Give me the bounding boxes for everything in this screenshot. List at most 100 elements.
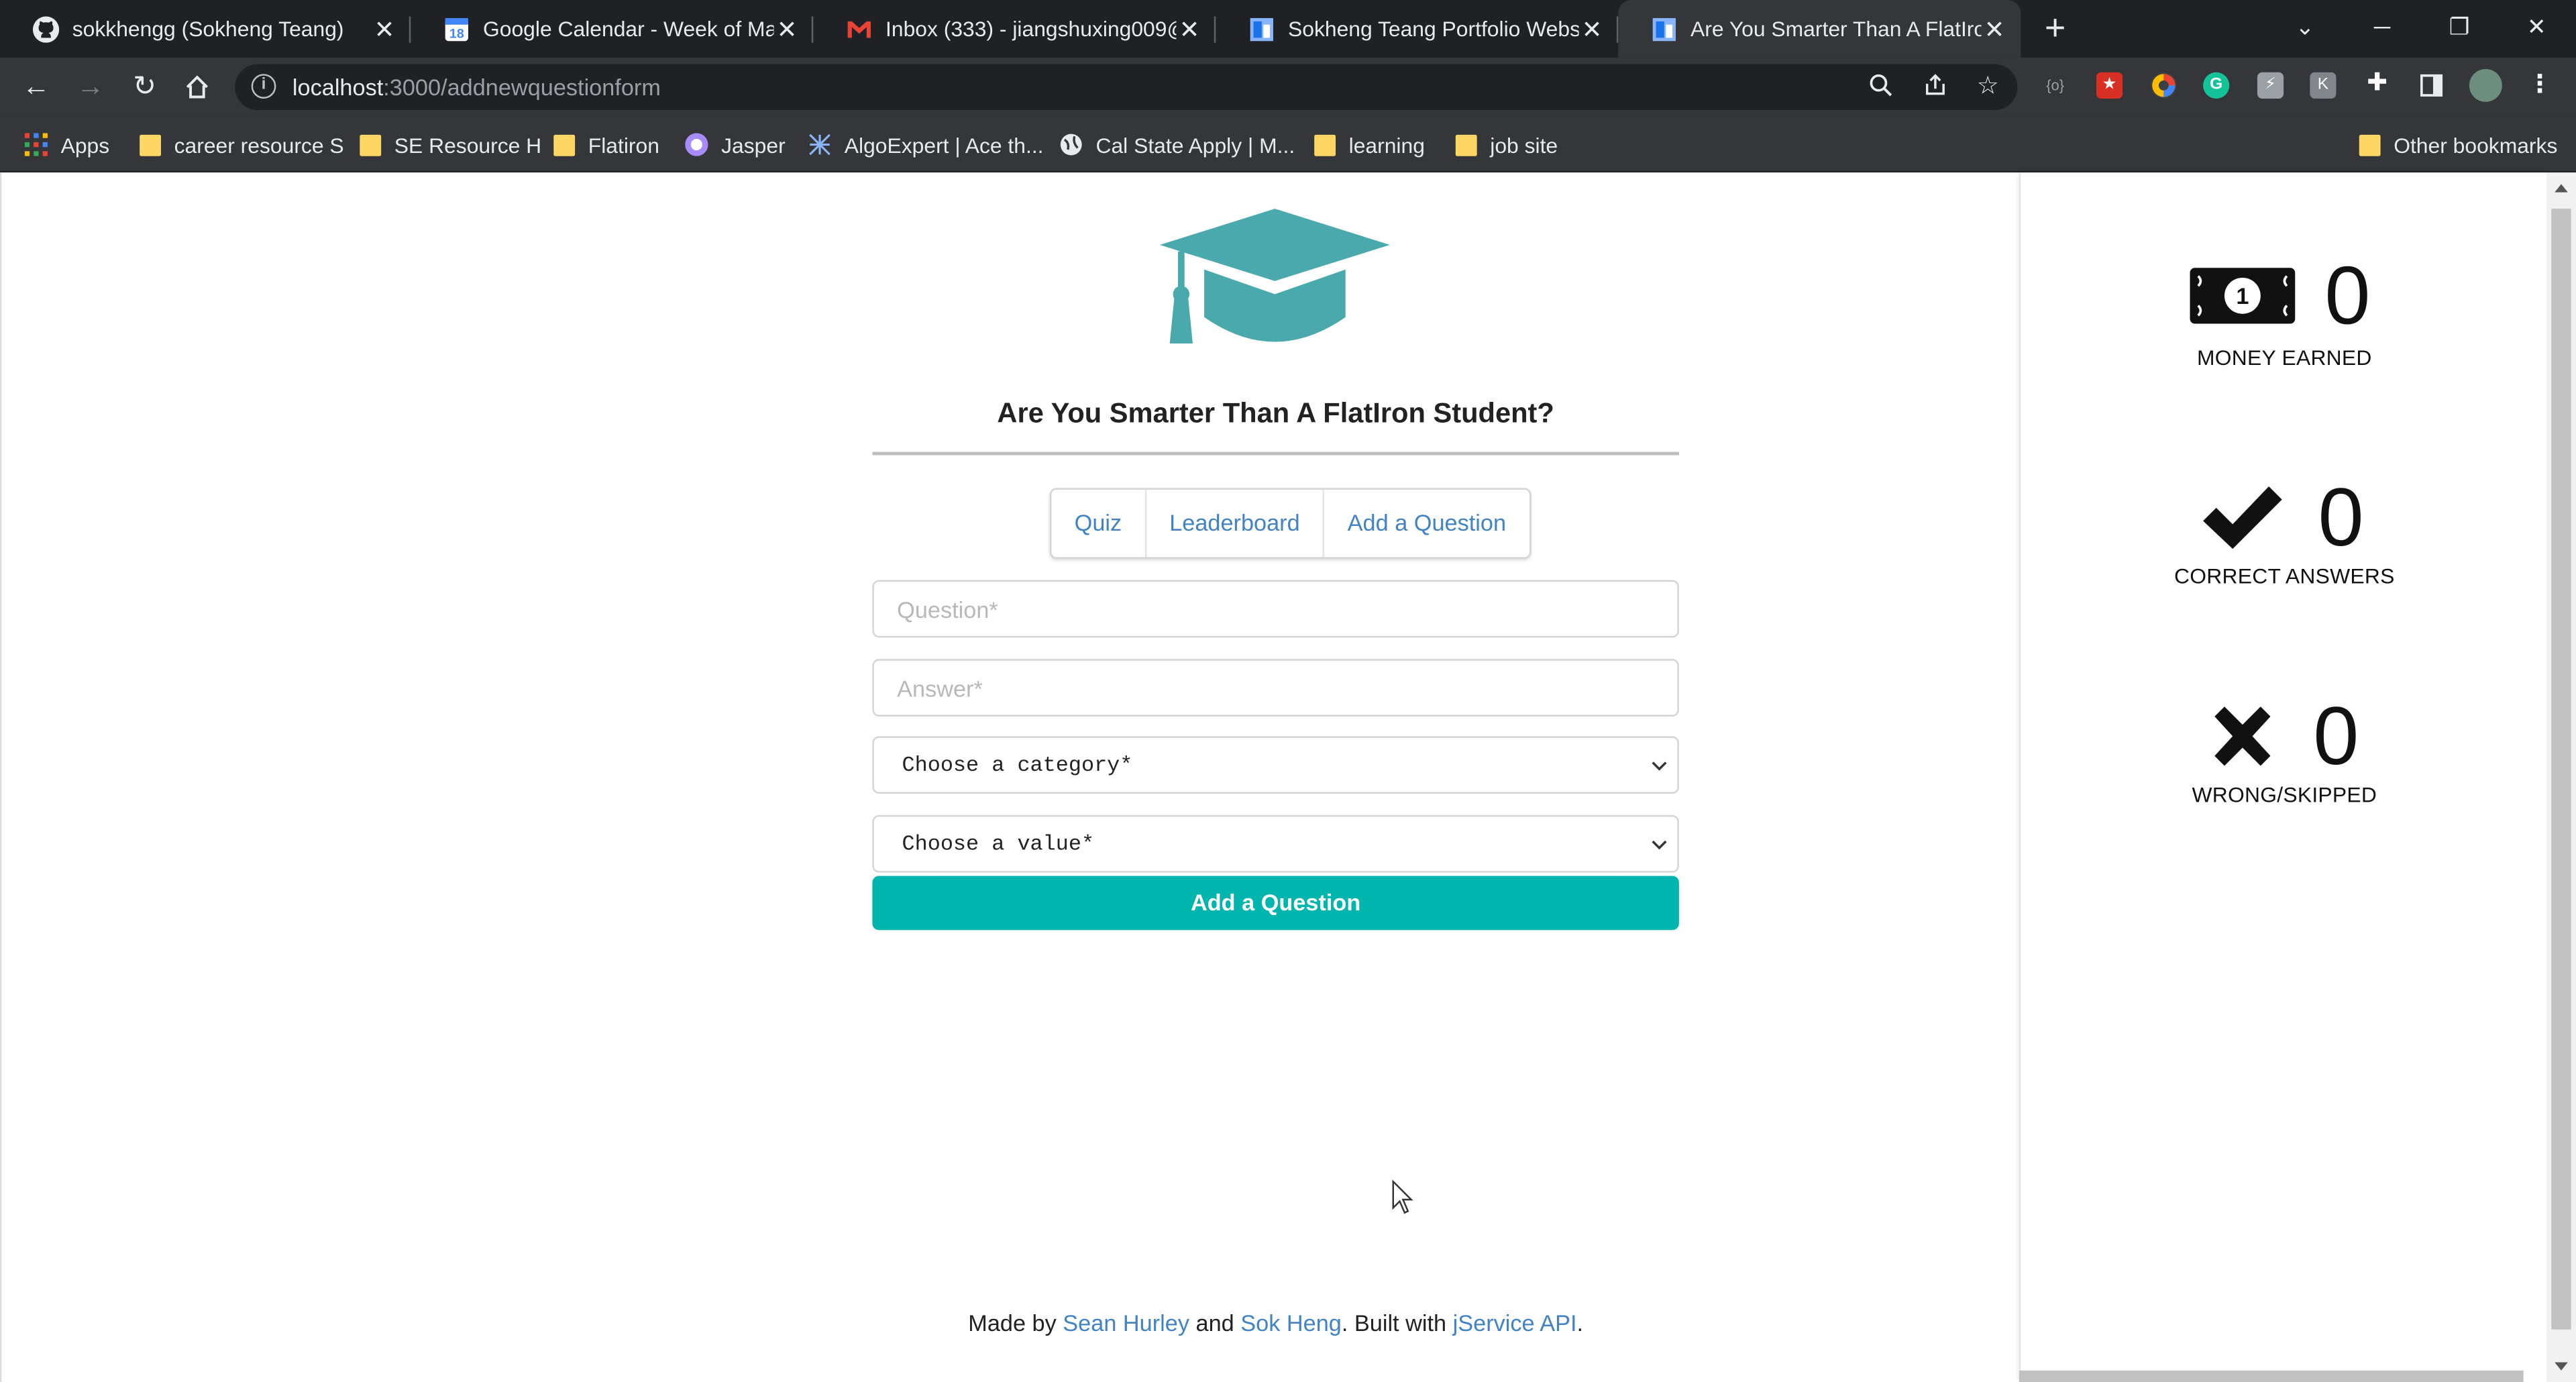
jasper-icon (685, 133, 708, 156)
money-earned-label: MONEY EARNED (2197, 345, 2372, 370)
close-tab-icon[interactable]: ✕ (1578, 14, 1605, 44)
bookmark-job-site[interactable]: job site (1455, 128, 1558, 161)
tab-title: Google Calendar - Week of May (483, 16, 774, 42)
github-icon (32, 15, 60, 42)
footer-text: . (1576, 1310, 1584, 1336)
answer-field (872, 659, 1679, 716)
extension-brackets-icon[interactable]: {o} (2042, 72, 2068, 99)
nav-leaderboard[interactable]: Leaderboard (1146, 489, 1325, 557)
checkmark-icon (2203, 486, 2282, 549)
tab-title: Inbox (333) - jiangshuxing009@g (885, 16, 1177, 42)
tab-search-chevron-icon[interactable]: ⌄ (2267, 0, 2343, 58)
folder-icon (140, 134, 162, 156)
answer-input[interactable] (873, 660, 1678, 715)
close-tab-icon[interactable]: ✕ (1176, 14, 1202, 44)
restore-icon[interactable]: ❐ (2422, 0, 2498, 58)
bookmark-label: job site (1490, 132, 1558, 157)
category-select-value: Choose a category* (902, 752, 1133, 778)
bookmark-se-resource[interactable]: SE Resource H (360, 128, 541, 161)
add-question-button[interactable]: Add a Question (872, 875, 1679, 931)
other-bookmarks[interactable]: Other bookmarks (2359, 128, 2558, 161)
bookmark-algoexpert[interactable]: AlgoExpert | Ace th... (808, 128, 1044, 161)
footer-text: Made by (968, 1310, 1063, 1336)
question-input[interactable] (873, 582, 1678, 636)
horizontal-scrollbar-thumb[interactable] (2019, 1370, 2524, 1382)
scrollbar-thumb[interactable] (2551, 209, 2571, 1330)
footer-text: and (1189, 1310, 1241, 1336)
extension-gray-icon[interactable]: ⚡ (2257, 72, 2284, 99)
graduation-cap-icon (1159, 209, 1390, 343)
minimize-icon[interactable]: ─ (2345, 0, 2420, 58)
tab-google-calendar[interactable]: 18 Google Calendar - Week of May ✕ (411, 0, 814, 58)
correct-answers-stat: 0 CORRECT ANSWERS (2021, 476, 2548, 608)
nav-add-question[interactable]: Add a Question (1324, 490, 1529, 557)
bookmark-label: Apps (60, 132, 110, 157)
value-select-value: Choose a value* (902, 831, 1095, 857)
scroll-up-arrow-icon[interactable] (2555, 184, 2568, 193)
tab-portfolio[interactable]: Sokheng Teang Portfolio Website ✕ (1216, 0, 1619, 58)
tab-quiz-app[interactable]: Are You Smarter Than A FlatIron ✕ (1618, 0, 2021, 58)
money-earned-value: 0 (2324, 250, 2371, 342)
main-content: Are You Smarter Than A FlatIron Student?… (0, 172, 2019, 1382)
footer-text: . Built with (1341, 1310, 1453, 1336)
nav-quiz[interactable]: Quiz (1051, 489, 1146, 557)
close-tab-icon[interactable]: ✕ (371, 14, 397, 44)
bookmark-label: SE Resource H (394, 132, 542, 157)
tab-gmail[interactable]: Inbox (333) - jiangshuxing009@g ✕ (813, 0, 1216, 58)
grammarly-icon[interactable]: G (2203, 72, 2230, 99)
browser-toolbar: ← → ↻ i localhost:3000/addnewquestionfor… (0, 57, 2576, 117)
chrome-menu-icon[interactable]: ⋮ (2527, 72, 2553, 99)
bookmark-career-resource[interactable]: career resource S (140, 128, 344, 161)
svg-text:1: 1 (2236, 284, 2249, 309)
jservice-api-link[interactable]: jService API (1453, 1310, 1577, 1336)
share-icon[interactable] (1921, 72, 1950, 102)
page-title: Are You Smarter Than A FlatIron Student? (997, 397, 1554, 429)
bookmark-cal-state-apply[interactable]: Cal State Apply | M... (1060, 128, 1295, 161)
scroll-down-arrow-icon[interactable] (2555, 1362, 2568, 1371)
tab-github[interactable]: sokkhengg (Sokheng Teang) ✕ (0, 0, 411, 58)
money-bill-icon: 1 (2190, 268, 2296, 324)
back-arrow-icon[interactable]: ← (16, 67, 56, 107)
bookmark-apps[interactable]: Apps (24, 128, 110, 161)
svg-text:18: 18 (449, 25, 464, 40)
wrong-skipped-label: WRONG/SKIPPED (2192, 782, 2377, 807)
profile-avatar-icon[interactable] (2469, 68, 2502, 102)
author-link-sokheng[interactable]: Sok Heng (1240, 1310, 1342, 1336)
close-tab-icon[interactable]: ✕ (773, 14, 800, 44)
author-link-sean[interactable]: Sean Hurley (1063, 1310, 1189, 1336)
category-select[interactable]: Choose a category* (872, 736, 1679, 794)
browser-tab-strip: sokkhengg (Sokheng Teang) ✕ 18 Google Ca… (0, 0, 2576, 58)
side-panel-icon[interactable] (2418, 72, 2445, 99)
correct-answers-value: 0 (2318, 472, 2364, 564)
money-earned-stat: 1 0 MONEY EARNED (2021, 255, 2548, 386)
extension-red-icon[interactable]: ★ (2096, 72, 2123, 99)
bookmark-jasper[interactable]: Jasper (685, 128, 786, 161)
extension-k-icon[interactable]: K (2310, 72, 2337, 99)
reload-icon[interactable]: ↻ (125, 67, 164, 107)
bookmarks-bar: Apps career resource S SE Resource H Fla… (0, 116, 2576, 173)
folder-icon (2359, 134, 2381, 156)
close-window-icon[interactable]: ✕ (2499, 0, 2575, 58)
tab-title: Sokheng Teang Portfolio Website (1288, 16, 1579, 42)
bookmark-learning[interactable]: learning (1314, 128, 1425, 161)
zoom-icon[interactable] (1866, 72, 1896, 102)
close-tab-icon[interactable]: ✕ (1981, 14, 2007, 44)
new-tab-button[interactable]: + (2037, 9, 2074, 46)
main-nav-menu: Quiz Leaderboard Add a Question (1049, 488, 1531, 559)
url-text[interactable]: localhost:3000/addnewquestionform (292, 74, 661, 100)
extension-color-wheel-icon[interactable] (2150, 72, 2177, 99)
portfolio-icon (1248, 15, 1275, 42)
value-select[interactable]: Choose a value* (872, 814, 1679, 873)
bookmark-label: career resource S (174, 132, 344, 157)
bookmark-flatiron[interactable]: Flatiron (553, 128, 659, 161)
home-icon[interactable] (177, 67, 217, 107)
site-info-icon[interactable]: i (251, 74, 276, 99)
vertical-scrollbar[interactable] (2546, 172, 2576, 1382)
address-bar[interactable]: i localhost:3000/addnewquestionform ☆ (235, 64, 2018, 111)
page-footer: Made by Sean Hurley and Sok Heng. Built … (872, 1310, 1678, 1336)
scoreboard-sidebar: 1 0 MONEY EARNED 0 CORRECT ANSWERS 0 WRO… (2019, 172, 2546, 1382)
extensions-puzzle-icon[interactable]: ✚ (2364, 70, 2390, 99)
bookmark-label: Other bookmarks (2394, 132, 2558, 157)
forward-arrow-icon[interactable]: → (70, 67, 110, 107)
bookmark-star-icon[interactable]: ☆ (1973, 72, 2002, 102)
